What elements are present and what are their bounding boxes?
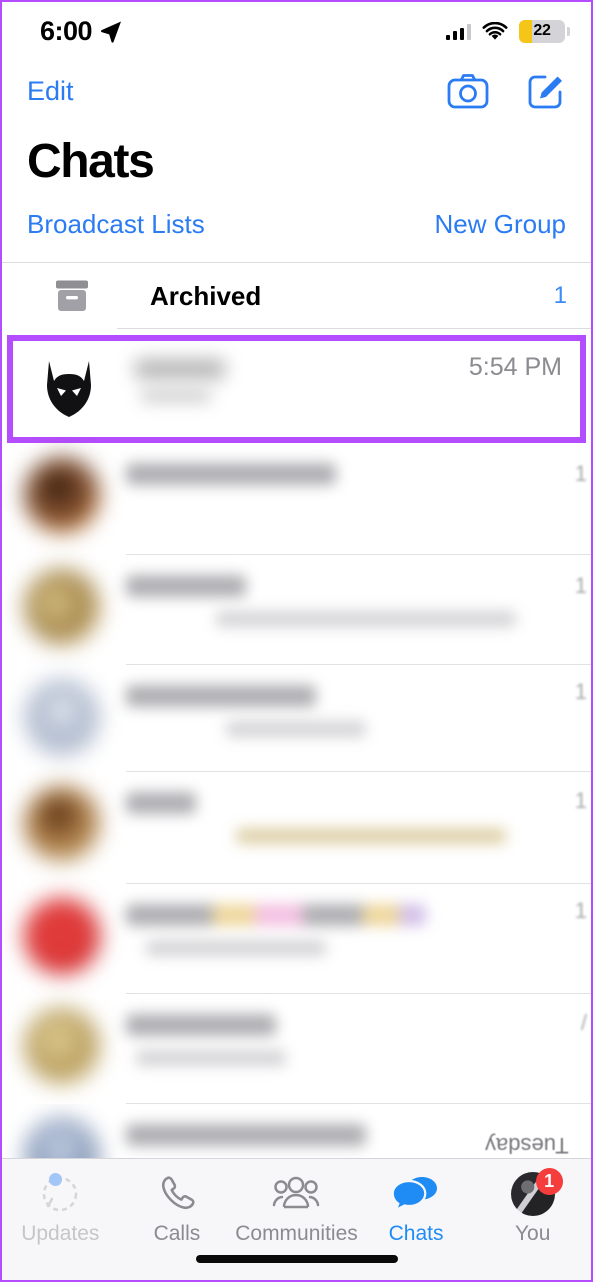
list-item[interactable]: 1 [2, 555, 591, 665]
tab-label: Calls [153, 1222, 201, 1245]
archive-box-icon [56, 280, 88, 311]
nav-action-group [447, 72, 565, 110]
bottom-tab-bar: Updates Calls Communities Chats 1 You [2, 1158, 591, 1280]
profile-avatar-icon: 1 [510, 1168, 563, 1217]
avatar [24, 457, 100, 533]
chat-row-batman[interactable]: 5:54 PM [13, 341, 580, 437]
list-item-text [126, 457, 485, 499]
unread-badge: 1 [574, 788, 587, 813]
chat-name-blurred [135, 359, 225, 379]
new-group-button[interactable]: New Group [435, 209, 567, 240]
tab-updates[interactable]: Updates [2, 1171, 119, 1246]
list-item-text [126, 786, 506, 852]
home-indicator [195, 1255, 398, 1263]
unread-badge: / [580, 1010, 587, 1035]
chat-timestamp: 5:54 PM [468, 353, 562, 381]
list-item-meta [485, 898, 577, 904]
list-item[interactable]: 1 [2, 884, 591, 994]
list-item[interactable]: 1 [2, 443, 591, 555]
unread-badge: 1 [574, 573, 587, 598]
tab-communities[interactable]: Communities [235, 1171, 358, 1246]
broadcast-lists-button[interactable]: Broadcast Lists [27, 209, 205, 240]
highlighted-chat-row-outline: 5:54 PM [7, 335, 586, 443]
list-item-meta [485, 679, 577, 685]
avatar [24, 898, 100, 974]
tab-label: Chats [388, 1222, 444, 1245]
avatar [24, 1008, 100, 1084]
archived-row[interactable]: Archived 1 [2, 263, 591, 329]
updates-status-ring-icon [38, 1171, 82, 1217]
list-item-meta [485, 457, 577, 463]
archived-row-separator [117, 328, 591, 329]
camera-icon[interactable] [447, 73, 489, 109]
list-item-meta [485, 1118, 577, 1124]
tab-you[interactable]: 1 You [474, 1168, 591, 1246]
archived-label: Archived [150, 280, 262, 311]
list-item-text [126, 679, 485, 745]
tab-calls[interactable]: Calls [119, 1171, 236, 1246]
cellular-signal-icon [445, 23, 471, 40]
phone-icon [157, 1171, 197, 1217]
chat-preview-blurred [141, 389, 211, 403]
navigation-bar: Edit [2, 60, 591, 122]
compose-new-chat-icon[interactable] [527, 72, 565, 110]
list-item[interactable]: / [2, 994, 591, 1104]
battery-percent-label: 22 [533, 22, 551, 39]
avatar [24, 569, 100, 645]
header-sub-links: Broadcast Lists New Group [2, 193, 591, 262]
status-bar-time-group: 6:00 [40, 16, 123, 47]
archived-count-badge: 1 [553, 282, 567, 309]
list-item-text [126, 1118, 485, 1160]
tab-label: Updates [21, 1222, 100, 1245]
tab-label: You [514, 1222, 551, 1245]
you-unread-badge: 1 [535, 1168, 563, 1195]
avatar [24, 679, 100, 755]
edit-button[interactable]: Edit [27, 76, 74, 107]
unread-badge: 1 [574, 898, 587, 923]
artifact-text: Tuesday [485, 1133, 569, 1158]
location-arrow-icon [101, 21, 122, 43]
list-item-text [126, 898, 485, 964]
whatsapp-chats-screen: 6:00 22 Edit Chats Broadcast Lists New G… [0, 0, 593, 1282]
wifi-icon [482, 21, 508, 40]
communities-people-icon [272, 1171, 320, 1217]
list-item-text [126, 1008, 485, 1074]
chat-row-text-blurred [135, 355, 469, 423]
chat-bubbles-icon [392, 1171, 440, 1217]
chat-list[interactable]: 1 1 1 1 1 / [2, 443, 591, 1164]
avatar [24, 786, 100, 862]
unread-badge: 1 [574, 679, 587, 704]
list-item[interactable]: 1 [2, 772, 591, 884]
list-item[interactable]: 1 [2, 665, 591, 772]
battery-low-power-icon: 22 [519, 19, 570, 43]
list-item-meta [485, 1008, 577, 1014]
status-bar-indicators: 22 [445, 19, 570, 43]
status-bar: 6:00 22 [2, 2, 591, 60]
status-time-label: 6:00 [40, 15, 93, 46]
page-title: Chats [27, 135, 155, 188]
tab-label: Communities [235, 1222, 358, 1245]
list-item-text [126, 569, 516, 635]
tab-chats[interactable]: Chats [358, 1171, 475, 1246]
unread-badge: 1 [574, 461, 587, 486]
batman-mask-avatar [47, 361, 91, 417]
